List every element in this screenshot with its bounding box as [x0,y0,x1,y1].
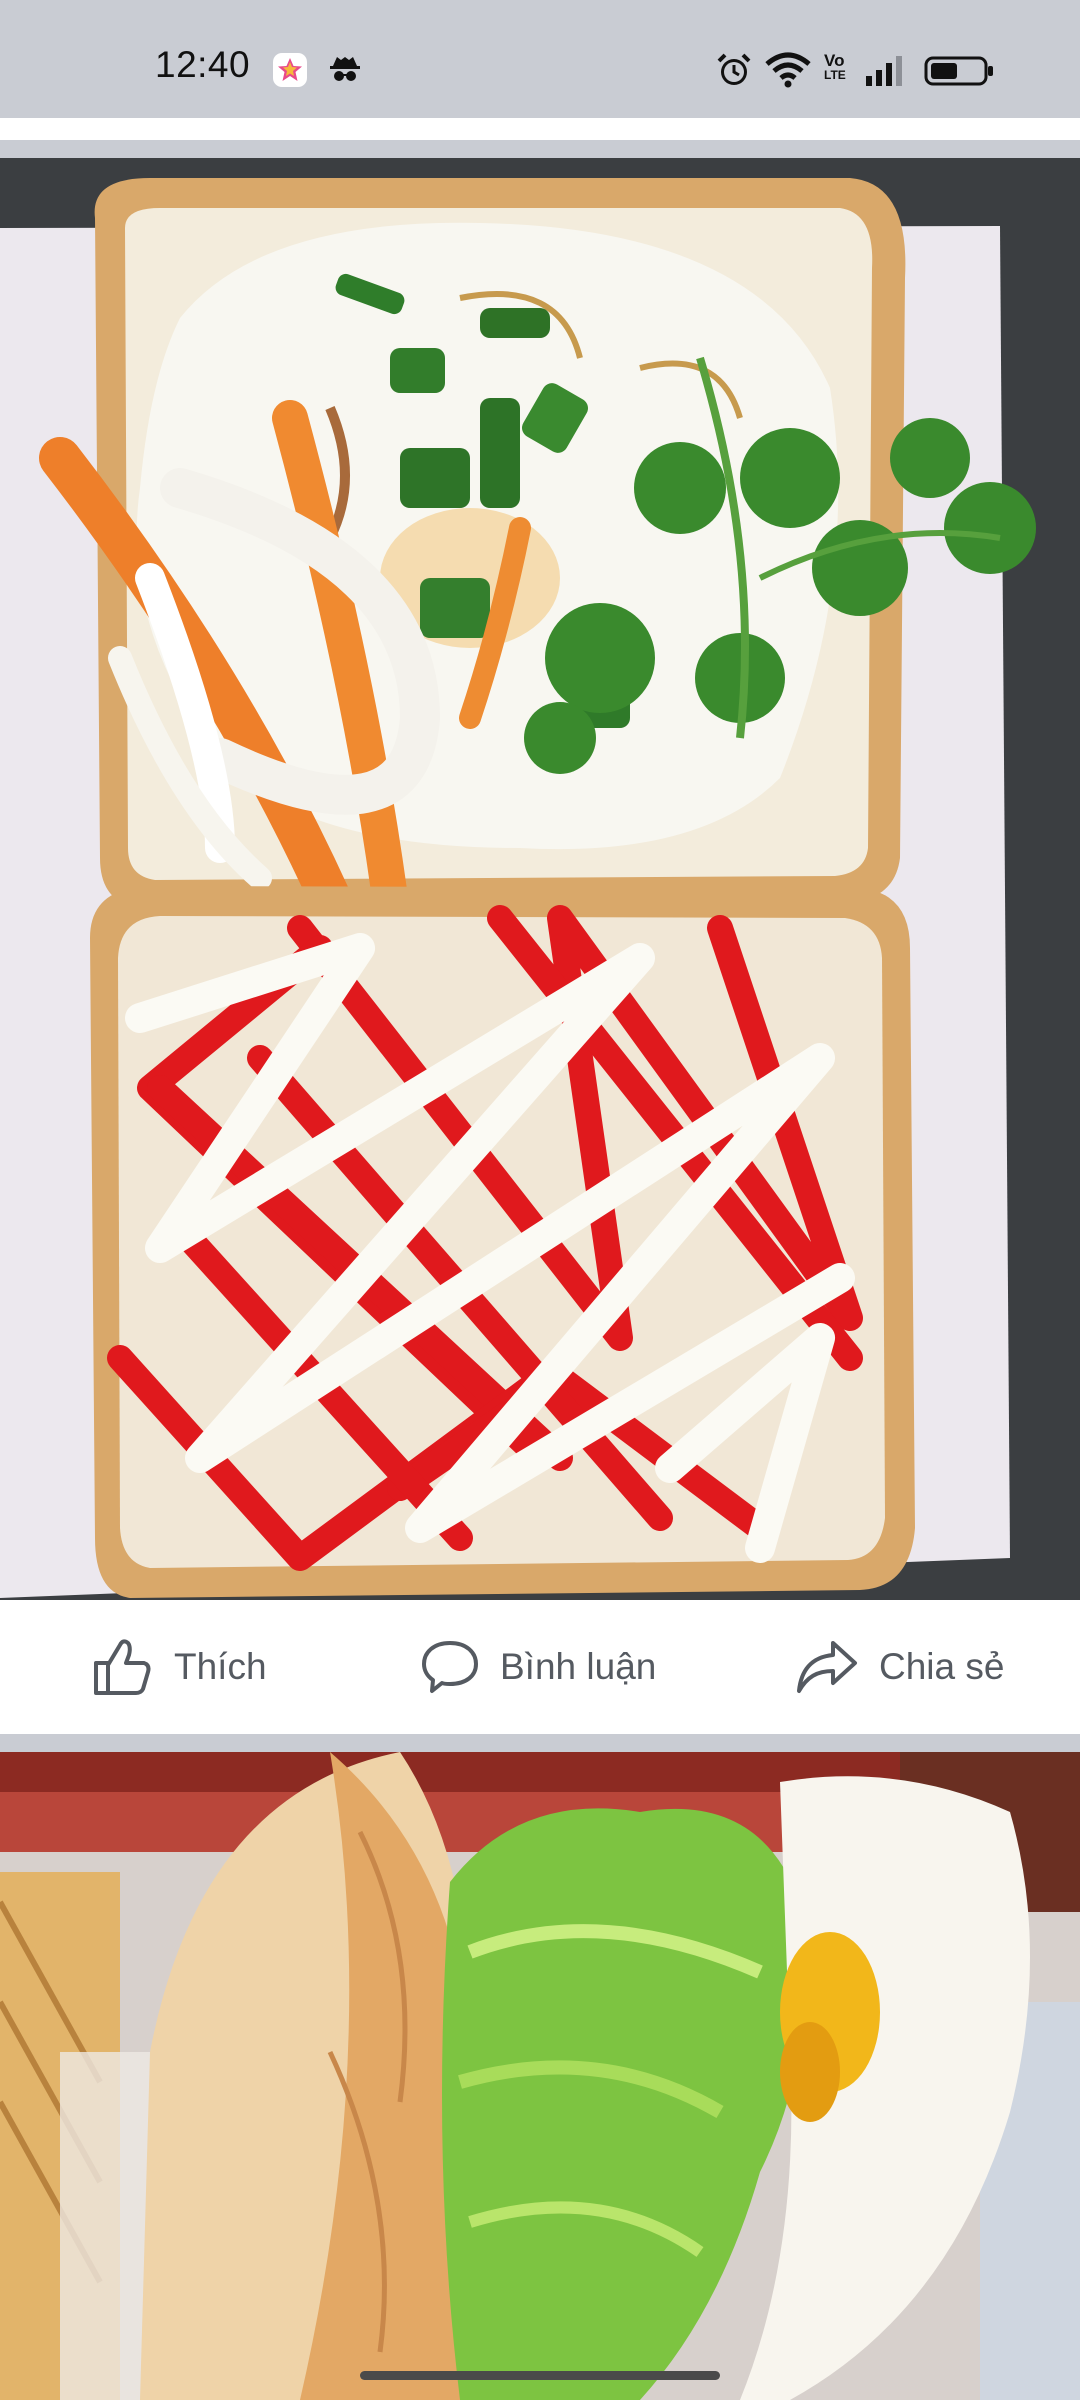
share-arrow-icon [795,1637,859,1697]
share-button[interactable]: Chia sẻ [795,1600,1004,1734]
thumbs-up-icon [90,1635,154,1699]
home-indicator[interactable] [360,2371,720,2380]
app-star-icon [272,52,308,93]
comment-label: Bình luận [500,1646,657,1687]
separator [0,140,1080,158]
incognito-icon [328,54,362,89]
battery-icon [924,56,996,91]
post-photo-banh-mi[interactable] [0,1752,1080,2400]
status-time: 12:40 [155,44,251,85]
signal-icon [864,54,908,91]
post-photo-toast[interactable] [0,158,1080,1600]
like-label: Thích [174,1646,267,1687]
feed-divider [0,1734,1080,1752]
share-label: Chia sẻ [879,1646,1005,1687]
post-actions-bar: Thích Bình luận Chia sẻ [0,1600,1080,1734]
comment-bubble-icon [420,1637,480,1697]
wifi-icon [764,52,812,93]
alarm-icon [716,52,752,93]
volte-icon: Vo LTE [824,51,846,82]
like-button[interactable]: Thích [90,1600,267,1734]
comment-button[interactable]: Bình luận [420,1600,656,1734]
post-header-edge [0,118,1080,140]
status-bar: 12:40 Vo LTE [0,0,1080,118]
